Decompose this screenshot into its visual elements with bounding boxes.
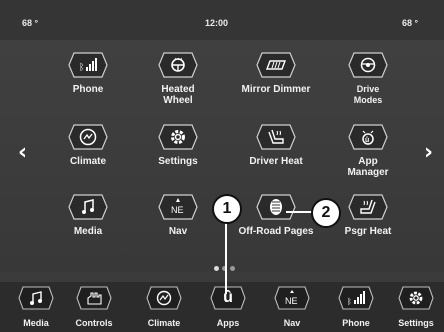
dock-apps[interactable]: û Apps <box>198 286 258 332</box>
page-indicator <box>214 266 235 271</box>
phone-signal-icon: ᛒ <box>338 286 374 310</box>
right-temperature: 68 ° <box>402 18 419 28</box>
svg-text:ᛒ: ᛒ <box>347 297 352 305</box>
phone-signal-icon: ᛒ <box>68 52 108 78</box>
app-manager-icon: û <box>348 124 388 150</box>
svg-text:û: û <box>365 137 369 144</box>
app-settings[interactable]: Settings <box>128 124 228 190</box>
app-driver-heat-label: Driver Heat <box>249 156 303 167</box>
climate-icon <box>146 286 182 310</box>
svg-text:ᛒ: ᛒ <box>79 62 84 72</box>
compass-ne-icon: NE <box>274 286 310 310</box>
mirror-dimmer-icon <box>256 52 296 78</box>
dock-nav-label: Nav <box>283 318 301 328</box>
nav-compass-text: NE <box>171 205 184 215</box>
dock-controls-label: Controls <box>75 318 113 328</box>
drive-modes-icon <box>348 52 388 78</box>
callout-1: 1 <box>212 194 242 224</box>
apps-u-icon: û <box>210 286 246 310</box>
app-heated-wheel-label: Heated Wheel <box>161 84 195 106</box>
dock-settings-label: Settings <box>398 318 434 328</box>
app-media-label: Media <box>73 226 103 237</box>
dock-climate[interactable]: Climate <box>134 286 194 332</box>
app-mirror-dimmer-label: Mirror Dimmer <box>241 84 311 95</box>
music-note-icon <box>68 194 108 220</box>
dock-climate-label: Climate <box>147 318 181 328</box>
dock-phone[interactable]: ᛒ Phone <box>326 286 386 332</box>
uconnect-screen: 68 ° 12:00 68 ° ‹ › ᛒ Phone Heated Wheel… <box>0 0 444 332</box>
tire-icon <box>256 194 296 220</box>
app-mirror-dimmer[interactable]: Mirror Dimmer <box>226 52 326 118</box>
callout-2: 2 <box>311 198 341 228</box>
page-dot-active <box>214 266 219 271</box>
next-page-arrow[interactable]: › <box>424 140 433 165</box>
app-climate-label: Climate <box>69 156 107 167</box>
clock: 12:00 <box>205 18 229 28</box>
driver-seat-heat-icon <box>256 124 296 150</box>
bottom-dock: Media Controls Climate û Apps NE Nav ᛒ P… <box>0 282 444 332</box>
app-phone-label: Phone <box>72 84 104 95</box>
dock-settings[interactable]: Settings <box>386 286 444 332</box>
compass-ne-icon: NE <box>158 194 198 220</box>
app-heated-wheel[interactable]: Heated Wheel <box>128 52 228 118</box>
app-psgr-heat-label: Psgr Heat <box>344 226 392 237</box>
apps-u-glyph: û <box>223 289 233 306</box>
dock-media-label: Media <box>23 318 49 328</box>
app-media[interactable]: Media <box>38 194 138 260</box>
dock-controls[interactable]: Controls <box>64 286 124 332</box>
app-settings-label: Settings <box>158 156 198 167</box>
gear-icon <box>158 124 198 150</box>
dock-media[interactable]: Media <box>6 286 66 332</box>
app-off-road-pages-label: Off-Road Pages <box>238 226 314 237</box>
app-app-manager[interactable]: û App Manager <box>318 124 418 190</box>
app-nav-label: Nav <box>168 226 188 237</box>
climate-icon <box>68 124 108 150</box>
status-bar: 68 ° 12:00 68 ° <box>0 0 444 40</box>
music-note-icon <box>18 286 54 310</box>
left-temperature: 68 ° <box>22 18 39 28</box>
passenger-seat-heat-icon <box>348 194 388 220</box>
dock-apps-label: Apps <box>216 318 240 328</box>
previous-page-arrow[interactable]: ‹ <box>18 140 27 165</box>
gear-icon <box>398 286 434 310</box>
heated-wheel-icon <box>158 52 198 78</box>
controls-hand-icon <box>76 286 112 310</box>
dock-nav-compass-text: NE <box>285 296 298 306</box>
app-drive-modes[interactable]: Drive Modes <box>318 52 418 118</box>
app-drive-modes-label: Drive Modes <box>353 84 383 105</box>
page-dot <box>222 266 227 271</box>
app-app-manager-label: App Manager <box>347 156 389 178</box>
app-climate[interactable]: Climate <box>38 124 138 190</box>
dock-phone-label: Phone <box>342 318 370 328</box>
dock-nav[interactable]: NE Nav <box>262 286 322 332</box>
app-driver-heat[interactable]: Driver Heat <box>226 124 326 190</box>
page-dot <box>230 266 235 271</box>
app-phone[interactable]: ᛒ Phone <box>38 52 138 118</box>
